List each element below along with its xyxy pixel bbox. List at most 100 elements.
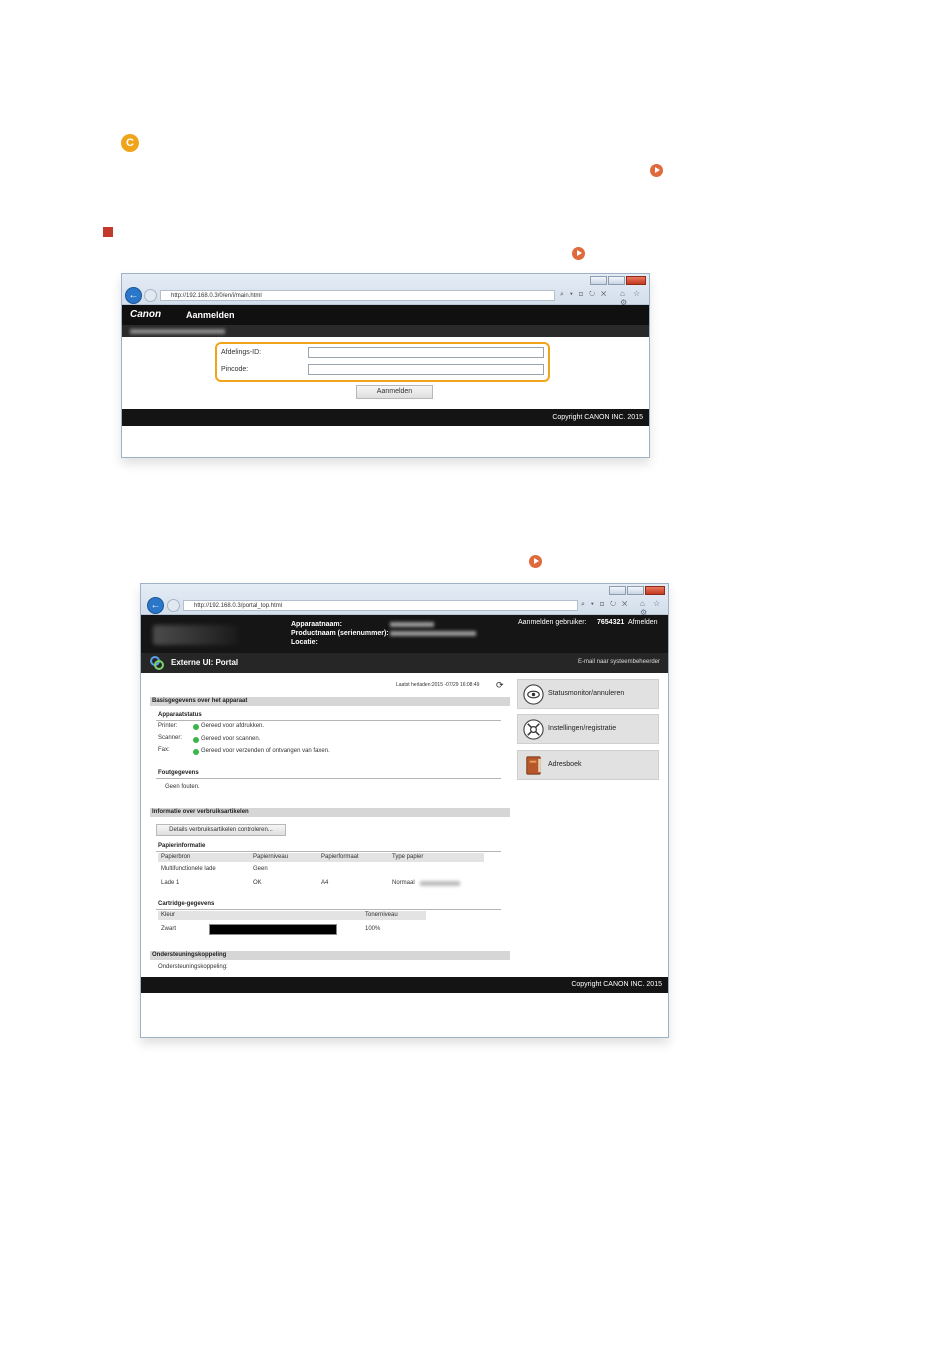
device-model-text	[130, 329, 225, 334]
login-subheader	[122, 325, 649, 337]
settings-icon	[523, 719, 544, 740]
section-marker-icon	[103, 227, 113, 237]
link-arrow-icon[interactable]	[650, 164, 663, 177]
portal-logo-icon	[150, 656, 164, 670]
fax-status: Gereed voor verzenden of ontvangen van f…	[201, 748, 330, 754]
cartridge-color: Zwart	[161, 926, 176, 932]
refresh-icon[interactable]: ⟳	[496, 680, 504, 691]
paper-row-type: Normaal	[392, 880, 415, 886]
status-ok-icon	[193, 749, 199, 755]
login-footer: Copyright CANON INC. 2015	[122, 409, 649, 426]
device-name-value	[390, 622, 434, 627]
error-text: Geen fouten.	[165, 784, 200, 790]
department-id-label: Afdelings-ID:	[221, 349, 262, 356]
address-bar[interactable]: http://192.168.0.3/0/en/i/main.html	[160, 290, 555, 301]
settings-registration-button[interactable]: Instellingen/registratie	[517, 714, 659, 744]
window-controls	[609, 586, 665, 595]
browser-toolbar: ← http://192.168.0.3/portal_top.html ⌕ ▾…	[141, 584, 668, 617]
paper-row-source: Lade 1	[161, 880, 180, 886]
divider	[156, 720, 501, 721]
login-user-label: Aanmelden gebruiker:	[518, 619, 587, 626]
address-book-button[interactable]: Adresboek	[517, 750, 659, 780]
pincode-input[interactable]	[308, 364, 544, 375]
toner-level-fill	[210, 925, 336, 934]
maximize-icon[interactable]	[627, 586, 644, 595]
printer-status: Gereed voor afdrukken.	[201, 723, 265, 729]
close-icon[interactable]	[645, 586, 665, 595]
printer-label: Printer:	[158, 723, 178, 729]
address-book-label: Adresboek	[548, 761, 582, 768]
login-header: Canon Aanmelden	[122, 305, 649, 325]
device-status-heading: Apparaatstatus	[158, 712, 202, 718]
address-tools[interactable]: ⌕ ▾ ⊡ ↻ ✕	[581, 600, 629, 610]
address-tools[interactable]: ⌕ ▾ ⊡ ↻ ✕	[560, 290, 608, 300]
paper-col-level: Papierniveau	[253, 854, 289, 860]
page-title: Aanmelden	[186, 310, 235, 320]
forward-arrow-icon[interactable]	[144, 289, 157, 302]
link-arrow-icon[interactable]	[572, 247, 585, 260]
status-ok-icon	[193, 737, 199, 743]
portal-title: Externe UI: Portal	[171, 658, 239, 667]
support-section: Ondersteuningskoppeling	[150, 951, 510, 960]
device-name-label: Apparaatnaam:	[291, 621, 342, 628]
monitor-icon	[523, 684, 544, 705]
logout-link[interactable]: Afmelden	[628, 619, 658, 626]
browser-toolbar: ← http://192.168.0.3/0/en/i/main.html ⌕ …	[122, 274, 649, 307]
portal-browser-window: ← http://192.168.0.3/portal_top.html ⌕ ▾…	[140, 583, 669, 1038]
location-label: Locatie:	[291, 639, 318, 646]
canon-logo: Canon	[130, 309, 162, 320]
paper-info-heading: Papierinformatie	[158, 843, 206, 849]
status-monitor-button[interactable]: Statusmonitor/annuleren	[517, 679, 659, 709]
toner-level-value: 100%	[365, 926, 381, 932]
portal-device-header: Apparaatnaam: Productnaam (serienummer):…	[141, 615, 668, 653]
paper-row-size: A4	[321, 880, 329, 886]
maximize-icon[interactable]	[608, 276, 625, 285]
toner-level-bar	[209, 924, 337, 935]
address-bar[interactable]: http://192.168.0.3/portal_top.html	[183, 600, 578, 611]
paper-col-type: Type papier	[392, 854, 424, 860]
settings-registration-label: Instellingen/registratie	[548, 725, 617, 732]
scanner-status: Gereed voor scannen.	[201, 736, 261, 742]
window-controls	[590, 276, 646, 285]
mail-admin-link[interactable]: E-mail naar systeembeheerder	[578, 659, 660, 665]
last-updated-text: Laatst herladen:2015 -07/29 16:08:49	[396, 682, 480, 688]
status-ok-icon	[193, 724, 199, 730]
cartridge-col-color: Kleur	[161, 912, 176, 918]
basic-info-section: Basisgegevens over het apparaat	[150, 697, 510, 706]
support-link-text[interactable]: Ondersteuningskoppeling:	[158, 964, 228, 970]
login-user-value: 7654321	[597, 619, 625, 626]
paper-col-size: Papierformaat	[321, 854, 359, 860]
cartridge-col-level: Tonerniveau	[365, 912, 398, 918]
minimize-icon[interactable]	[609, 586, 626, 595]
paper-row-level: OK	[253, 880, 262, 886]
back-arrow-icon[interactable]: ←	[147, 597, 164, 614]
paper-col-source: Papierbron	[161, 854, 191, 860]
login-browser-window: ← http://192.168.0.3/0/en/i/main.html ⌕ …	[121, 273, 650, 458]
forward-arrow-icon[interactable]	[167, 599, 180, 612]
divider	[156, 778, 501, 779]
back-arrow-icon[interactable]: ←	[125, 287, 142, 304]
product-name-label: Productnaam (serienummer):	[291, 630, 389, 637]
product-name-value	[390, 631, 476, 636]
link-arrow-icon[interactable]	[529, 555, 542, 568]
consumables-details-button[interactable]: Details verbruiksartikelen controleren..…	[156, 824, 286, 836]
divider	[156, 909, 501, 910]
consumables-section: Informatie over verbruiksartikelen	[150, 808, 510, 817]
device-logo	[153, 625, 238, 645]
divider	[156, 851, 501, 852]
pincode-label: Pincode:	[221, 366, 249, 373]
department-id-input[interactable]	[308, 347, 544, 358]
fax-label: Fax:	[158, 747, 170, 753]
minimize-icon[interactable]	[590, 276, 607, 285]
portal-title-bar: Externe UI: Portal E-mail naar systeembe…	[141, 653, 668, 673]
paper-row-level: Geen	[253, 866, 268, 872]
address-book-icon	[526, 756, 541, 775]
login-button[interactable]: Aanmelden	[356, 385, 433, 399]
scanner-label: Scanner:	[158, 735, 183, 741]
step-c-badge: C	[121, 134, 139, 152]
close-icon[interactable]	[626, 276, 646, 285]
error-info-heading: Foutgegevens	[158, 770, 199, 776]
portal-footer: Copyright CANON INC. 2015	[141, 977, 668, 993]
cartridge-info-heading: Cartridge-gegevens	[158, 901, 215, 907]
paper-weight-text	[420, 881, 460, 886]
